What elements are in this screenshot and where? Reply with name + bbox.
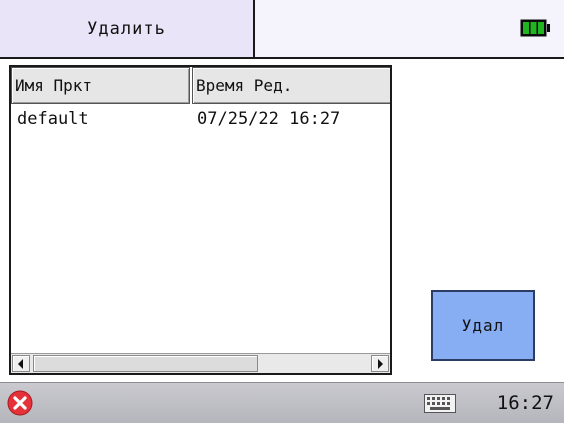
table-row[interactable]: default 07/25/22 16:27: [11, 109, 390, 141]
close-icon[interactable]: [7, 390, 33, 416]
clock: 16:27: [496, 392, 554, 414]
modified-time-cell: 07/25/22 16:27: [197, 109, 341, 129]
arrow-left-icon: [18, 358, 23, 369]
delete-button[interactable]: Удал: [431, 290, 535, 361]
horizontal-scrollbar[interactable]: [11, 353, 390, 373]
scroll-left-button[interactable]: [12, 355, 30, 372]
battery-full-icon: [520, 19, 550, 37]
project-name-cell: default: [17, 109, 89, 129]
header-bar: Удалить: [0, 0, 564, 59]
scroll-right-button[interactable]: [371, 355, 389, 372]
column-header-project-name[interactable]: Имя Пркт: [11, 67, 190, 104]
page-title: Удалить: [0, 0, 255, 57]
taskbar: 16:27: [0, 382, 564, 423]
column-header-modified-time[interactable]: Время Ред.: [192, 67, 390, 104]
project-table[interactable]: Имя Пркт Время Ред. default 07/25/22 16:…: [9, 65, 392, 375]
arrow-right-icon: [378, 358, 383, 369]
keyboard-icon[interactable]: [424, 394, 456, 413]
scrollbar-thumb[interactable]: [33, 355, 258, 372]
